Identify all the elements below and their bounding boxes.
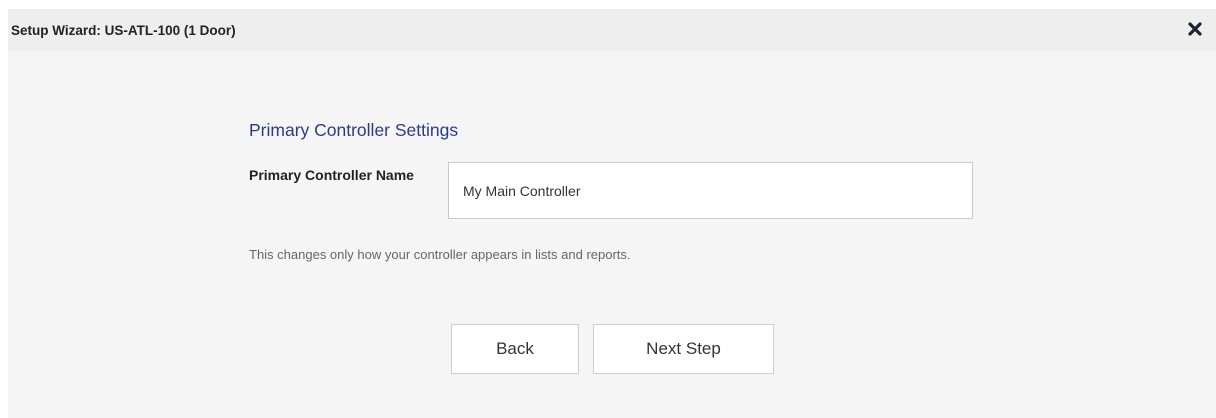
- dialog-title: Setup Wizard: US-ATL-100 (1 Door): [11, 23, 236, 38]
- controller-name-input[interactable]: [448, 162, 973, 219]
- next-step-button[interactable]: Next Step: [593, 324, 774, 374]
- dialog-titlebar: Setup Wizard: US-ATL-100 (1 Door): [8, 9, 1216, 51]
- section-heading: Primary Controller Settings: [249, 120, 459, 140]
- close-icon[interactable]: [1186, 20, 1204, 38]
- setup-wizard-dialog: Setup Wizard: US-ATL-100 (1 Door) Primar…: [8, 9, 1216, 418]
- controller-name-label: Primary Controller Name: [249, 167, 414, 183]
- back-button[interactable]: Back: [451, 324, 579, 374]
- help-text: This changes only how your controller ap…: [249, 247, 631, 262]
